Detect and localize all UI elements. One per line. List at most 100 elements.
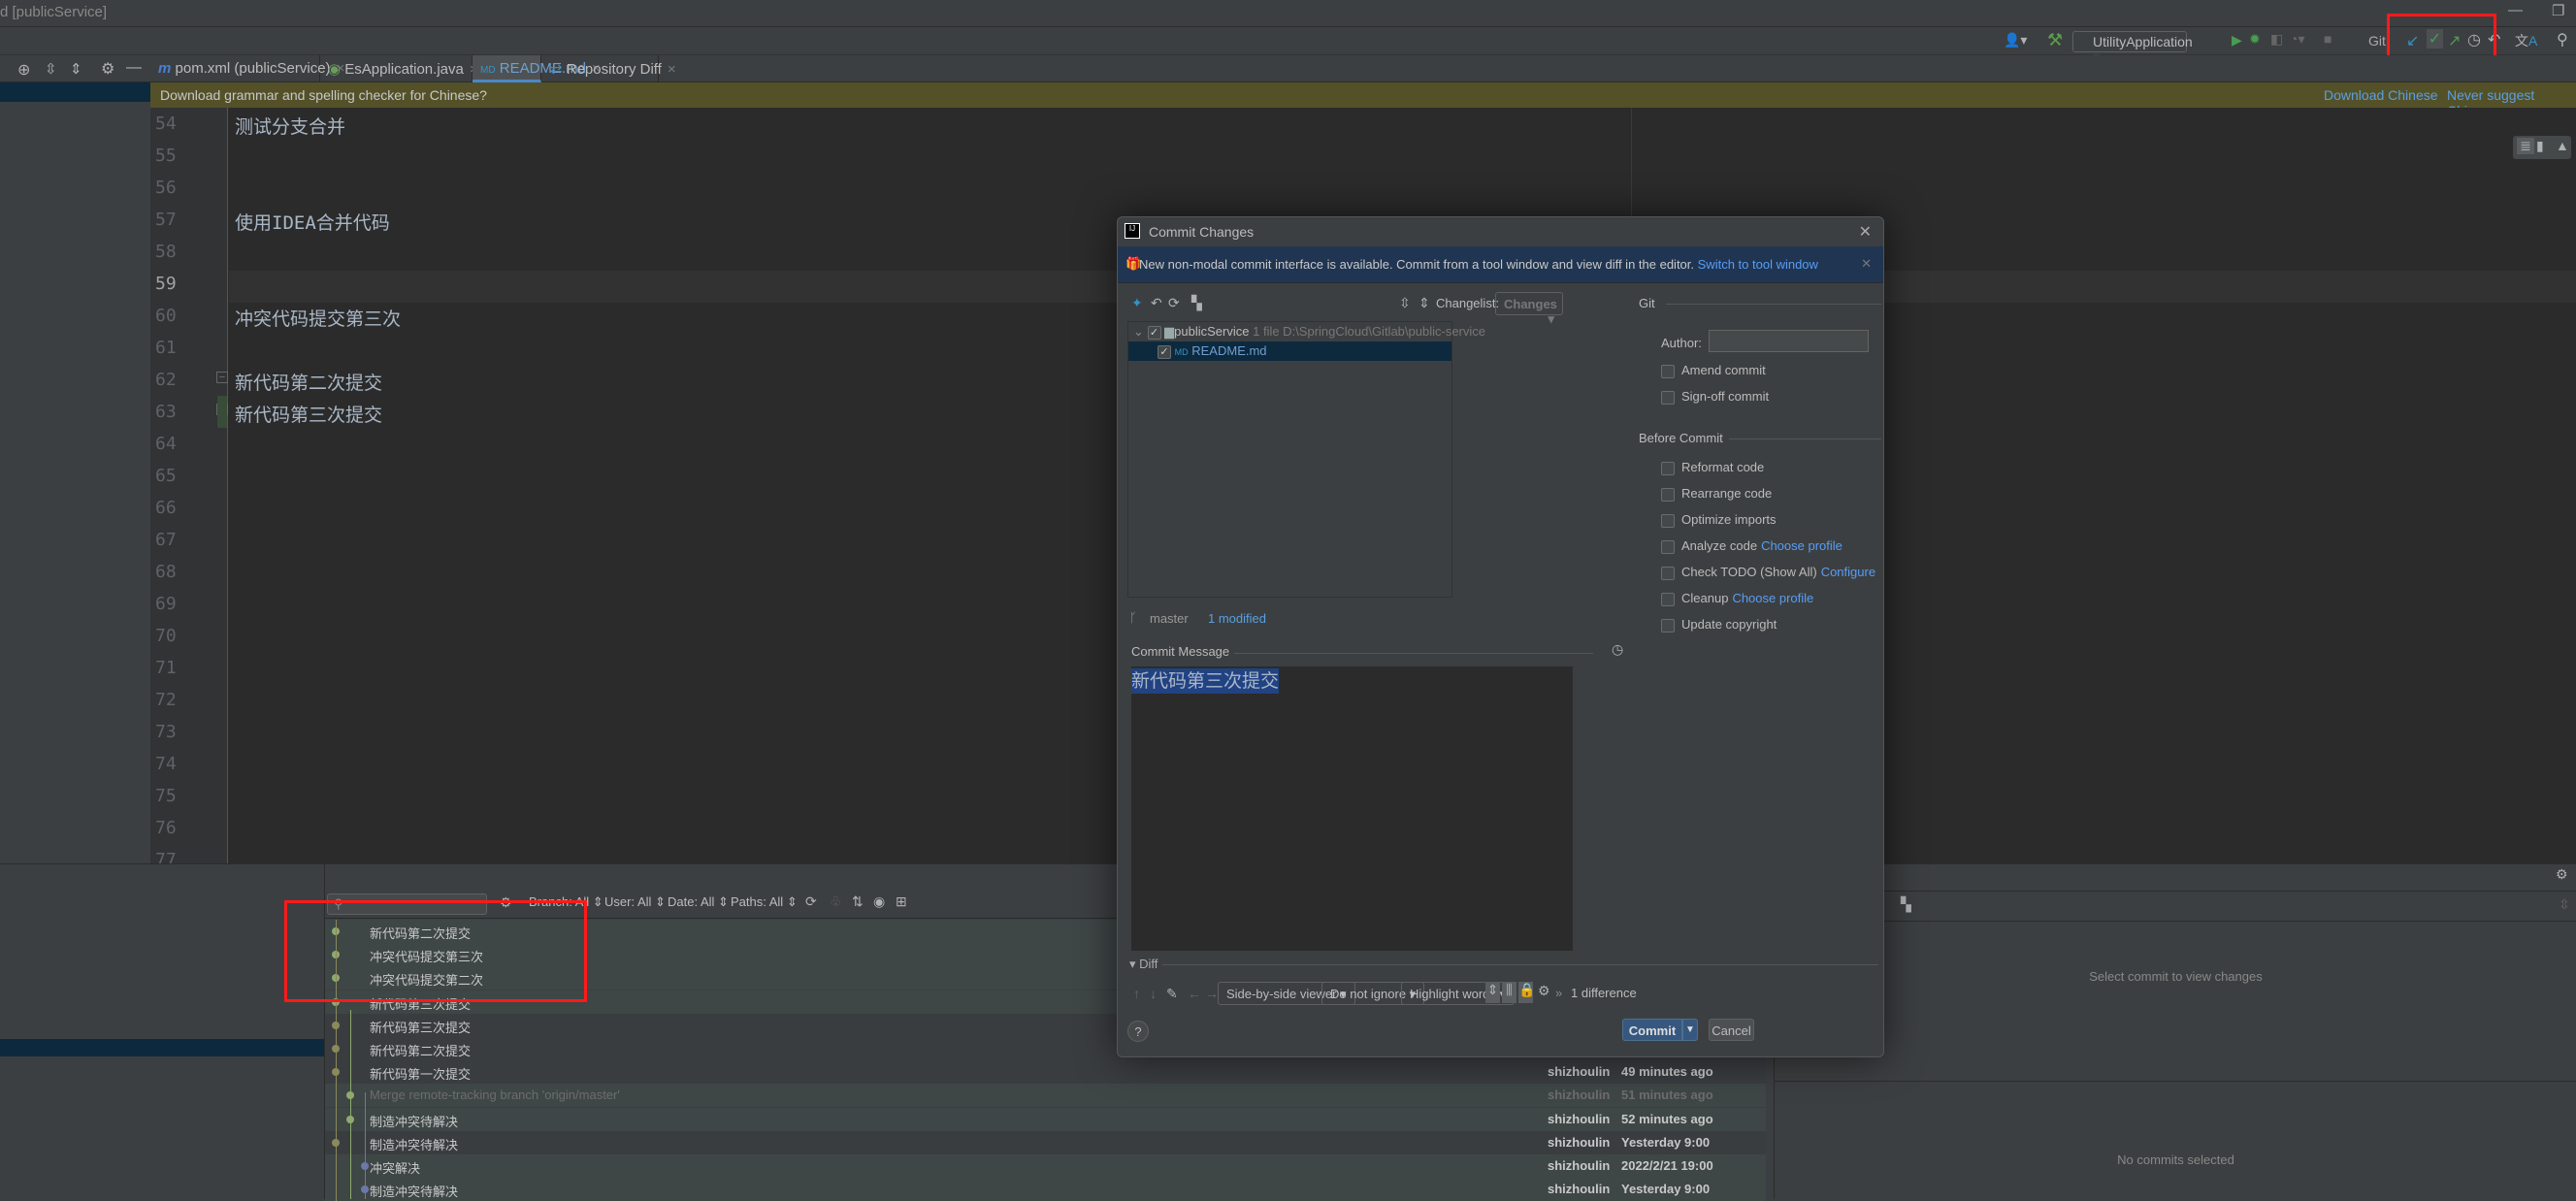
refresh-icon[interactable]: ⟳ [805, 893, 817, 910]
before-commit-option[interactable]: Analyze code Choose profile [1661, 538, 1842, 554]
checkbox[interactable] [1661, 364, 1675, 378]
back-icon[interactable]: ← [1188, 986, 1201, 1001]
checkbox[interactable] [1661, 487, 1675, 502]
tab-repository-diff[interactable]: ⇄ Repository Diff × [542, 55, 676, 82]
branch-selected-row[interactable] [0, 1039, 325, 1056]
author-input[interactable] [1709, 330, 1869, 352]
chevron-down-icon[interactable]: ⌄ [1133, 324, 1144, 339]
debug-bug-icon[interactable]: ✹ [2249, 31, 2261, 48]
commit-message-input[interactable]: 新代码第三次提交 [1131, 666, 1573, 951]
run-icon[interactable]: ▶ [2232, 32, 2242, 49]
user-icon[interactable]: 👤▾ [2004, 32, 2027, 49]
fold-marker-icon[interactable]: − [216, 372, 228, 383]
signoff-commit-checkbox[interactable]: Sign-off commit [1661, 389, 1769, 405]
commit-row[interactable]: 制造冲突待解决 shizhoulin 52 minutes ago [325, 1107, 1766, 1131]
paths-filter[interactable]: Paths: All ⇕ [731, 894, 798, 910]
commit-row[interactable]: 新代码第一次提交 shizhoulin 49 minutes ago [325, 1060, 1766, 1085]
translate-icon[interactable]: 文A [2515, 31, 2537, 50]
before-commit-option[interactable]: Reformat code [1661, 460, 1764, 475]
user-filter[interactable]: User: All ⇕ [604, 894, 666, 910]
group-by-icon[interactable]: ▚ [1191, 295, 1202, 311]
restore-button[interactable]: ❐ [2552, 2, 2564, 19]
history-clock-icon[interactable]: ◷ [1612, 641, 1623, 658]
amend-commit-checkbox[interactable]: Amend commit [1661, 363, 1766, 378]
expand-all-icon[interactable]: ⇳ [45, 60, 57, 78]
code-line[interactable]: 测试分支合并 [235, 113, 345, 139]
modified-link[interactable]: 1 modified [1208, 611, 1266, 626]
lock-icon[interactable]: 🔒 [1518, 982, 1535, 1003]
eye-icon[interactable]: ◉ [873, 893, 885, 910]
collapse-all-icon[interactable]: ⇕ [70, 60, 82, 78]
tree-root-publicservice[interactable]: ⌄ ✓ ▆publicService 1 file D:\SpringCloud… [1128, 322, 1485, 341]
expand-all-icon[interactable]: ⇳ [1399, 295, 1411, 311]
forward-icon[interactable]: → [1205, 986, 1219, 1001]
show-diff-icon[interactable]: ✦ [1131, 295, 1143, 311]
preview-only-icon[interactable]: ▲ [2556, 138, 2569, 153]
option-link[interactable]: Configure [1821, 565, 1875, 579]
option-link[interactable]: Choose profile [1761, 538, 1842, 553]
checkbox[interactable] [1661, 390, 1675, 405]
more-icon[interactable]: » [1555, 986, 1562, 1000]
commit-row[interactable]: 制造冲突待解决 shizhoulin Yesterday 9:00 [325, 1130, 1766, 1154]
file-checkbox[interactable]: ✓ [1158, 344, 1171, 359]
code-line[interactable]: 新代码第二次提交 [235, 369, 382, 395]
close-banner-icon[interactable]: ✕ [1861, 256, 1872, 272]
before-commit-option[interactable]: Rearrange code [1661, 486, 1772, 502]
root-checkbox[interactable]: ✓ [1147, 325, 1161, 340]
build-hammer-icon[interactable]: ⚒ [2047, 30, 2063, 50]
profile-icon[interactable]: ◔▾ [2290, 31, 2304, 48]
help-button[interactable]: ? [1127, 1021, 1149, 1042]
option-link[interactable]: Choose profile [1732, 591, 1813, 605]
checkbox[interactable] [1661, 461, 1675, 475]
code-line[interactable]: 新代码第三次提交 [235, 401, 382, 427]
checkbox[interactable] [1661, 566, 1675, 580]
new-tab-icon[interactable]: ⊞ [896, 893, 907, 910]
before-commit-option[interactable]: Update copyright [1661, 617, 1777, 633]
gear-icon[interactable]: ⚙ [1538, 983, 1550, 999]
minimize-button[interactable]: — [2508, 2, 2523, 18]
editor-only-icon[interactable]: ≣ [2517, 138, 2534, 154]
search-icon[interactable]: ⚲ [2557, 30, 2568, 49]
group-by-icon[interactable]: ▚ [1901, 896, 1911, 913]
before-commit-option[interactable]: Check TODO (Show All) Configure [1661, 565, 1875, 580]
commit-options-dropdown[interactable]: ▼ [1682, 1019, 1698, 1041]
checkbox[interactable] [1661, 592, 1675, 606]
expand-icon[interactable]: ⇳ [2559, 896, 2570, 913]
tab-pom-xml[interactable]: m pom.xml (publicService) × [150, 55, 344, 82]
run-config-select[interactable]: UtilityApplication ▾ [2072, 31, 2193, 65]
gear-icon[interactable]: ⚙ [101, 59, 114, 79]
commit-button[interactable]: Commit [1622, 1019, 1682, 1041]
locate-icon[interactable]: ⊕ [17, 60, 30, 80]
checkbox[interactable] [1661, 513, 1675, 528]
diff-toggle[interactable]: ▾ Diff [1129, 957, 1158, 972]
split-view-icon[interactable]: ▮ [2536, 138, 2544, 154]
prev-diff-icon[interactable]: ↑ [1133, 986, 1140, 1001]
sort-icon[interactable]: ⇅ [852, 893, 864, 910]
edit-icon[interactable]: ✎ [1166, 986, 1178, 1002]
date-filter[interactable]: Date: All ⇕ [668, 894, 729, 910]
close-icon[interactable]: × [668, 61, 676, 78]
collapse-all-icon[interactable]: ⇕ [1418, 295, 1430, 311]
hide-icon[interactable]: — [126, 59, 142, 77]
code-line[interactable]: 冲突代码提交第三次 [235, 305, 401, 331]
tab-readme[interactable]: MD README.md × [473, 55, 601, 82]
checkbox[interactable] [1661, 539, 1675, 554]
switch-to-tool-window-link[interactable]: Switch to tool window [1698, 257, 1818, 272]
before-commit-option[interactable]: Cleanup Choose profile [1661, 591, 1813, 606]
tree-file-readme[interactable]: ✓ MD README.md [1128, 341, 1451, 361]
collapse-unchanged-icon[interactable]: ⇕ [1485, 982, 1500, 1003]
download-chinese-link[interactable]: Download Chinese [2324, 87, 2438, 103]
commit-row[interactable]: 制造冲突待解决 shizhoulin Yesterday 9:00 [325, 1178, 1766, 1201]
before-commit-option[interactable]: Optimize imports [1661, 512, 1777, 528]
commit-row[interactable]: Merge remote-tracking branch 'origin/mas… [325, 1084, 1766, 1108]
close-icon[interactable]: ✕ [1859, 222, 1872, 242]
stop-icon[interactable]: ■ [2324, 31, 2331, 47]
tab-esapplication[interactable]: ◉ EsApplication.java× [320, 55, 478, 82]
cancel-button[interactable]: Cancel [1709, 1019, 1754, 1041]
sync-scroll-icon[interactable]: ⫼ [1502, 982, 1516, 1003]
next-diff-icon[interactable]: ↓ [1150, 986, 1157, 1001]
refresh-icon[interactable]: ⟳ [1168, 295, 1180, 311]
coverage-icon[interactable]: ◧ [2270, 31, 2283, 48]
checkbox[interactable] [1661, 618, 1675, 633]
code-line[interactable]: 使用IDEA合并代码 [235, 209, 390, 235]
